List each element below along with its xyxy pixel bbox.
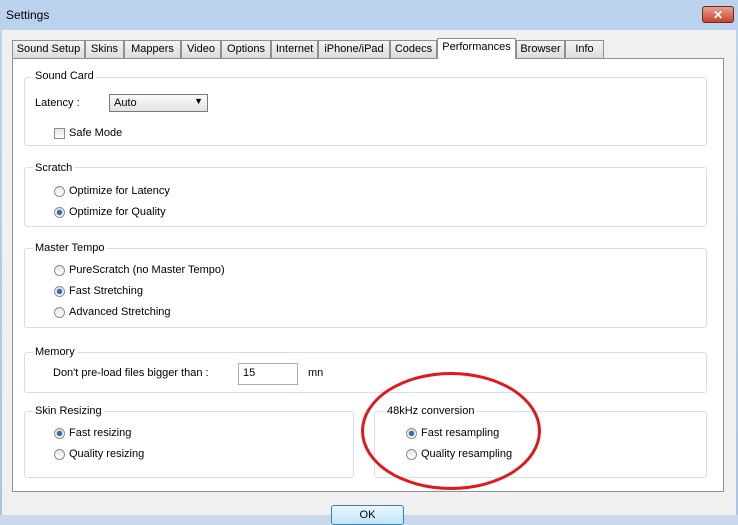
- preload-size-input[interactable]: 15: [238, 363, 298, 385]
- memory-title: Memory: [33, 346, 77, 358]
- fast-resizing-label: Fast resizing: [69, 427, 132, 439]
- preload-label: Don't pre-load files bigger than :: [53, 367, 209, 379]
- tab-video[interactable]: Video: [181, 40, 221, 58]
- master-tempo-title: Master Tempo: [33, 242, 107, 254]
- sound-card-title: Sound Card: [33, 70, 96, 82]
- optimize-quality-label: Optimize for Quality: [69, 206, 166, 218]
- scratch-group: [24, 167, 707, 227]
- ok-button[interactable]: OK: [331, 505, 404, 525]
- latency-value: Auto: [114, 97, 137, 109]
- advanced-stretching-label: Advanced Stretching: [69, 306, 171, 318]
- radio-advanced-stretching[interactable]: [54, 307, 65, 318]
- radio-fast-stretching[interactable]: [54, 286, 65, 297]
- tab-sound-setup[interactable]: Sound Setup: [12, 40, 85, 58]
- tab-codecs[interactable]: Codecs: [390, 40, 437, 58]
- optimize-latency-label: Optimize for Latency: [69, 185, 170, 197]
- purescratch-label: PureScratch (no Master Tempo): [69, 264, 225, 276]
- scratch-title: Scratch: [33, 162, 75, 174]
- fast-stretching-label: Fast Stretching: [69, 285, 143, 297]
- latency-select[interactable]: Auto ▼: [109, 94, 208, 112]
- settings-window: Settings ✕ Sound Setup Skins Mappers Vid…: [0, 0, 738, 525]
- latency-label: Latency :: [35, 97, 80, 109]
- skin-resizing-title: Skin Resizing: [33, 405, 104, 417]
- radio-fast-resizing[interactable]: [54, 428, 65, 439]
- tab-info[interactable]: Info: [565, 40, 604, 58]
- highlight-circle-annotation: [361, 372, 541, 490]
- tab-iphone-ipad[interactable]: iPhone/iPad: [318, 40, 390, 58]
- tab-performances[interactable]: Performances: [437, 38, 516, 59]
- radio-optimize-quality[interactable]: [54, 207, 65, 218]
- safe-mode-checkbox[interactable]: [54, 128, 65, 139]
- tab-options[interactable]: Options: [221, 40, 271, 58]
- window-title: Settings: [6, 8, 50, 22]
- chevron-down-icon: ▼: [194, 96, 203, 106]
- skin-resizing-group: [24, 411, 354, 478]
- radio-purescratch[interactable]: [54, 265, 65, 276]
- radio-optimize-latency[interactable]: [54, 186, 65, 197]
- tab-browser[interactable]: Browser: [516, 40, 565, 58]
- tab-skins[interactable]: Skins: [85, 40, 124, 58]
- radio-quality-resizing[interactable]: [54, 449, 65, 460]
- close-icon[interactable]: ✕: [702, 6, 734, 23]
- quality-resizing-label: Quality resizing: [69, 448, 145, 460]
- tab-internet[interactable]: Internet: [271, 40, 318, 58]
- preload-unit: mn: [308, 367, 324, 379]
- tab-mappers[interactable]: Mappers: [124, 40, 181, 58]
- safe-mode-label: Safe Mode: [69, 127, 123, 139]
